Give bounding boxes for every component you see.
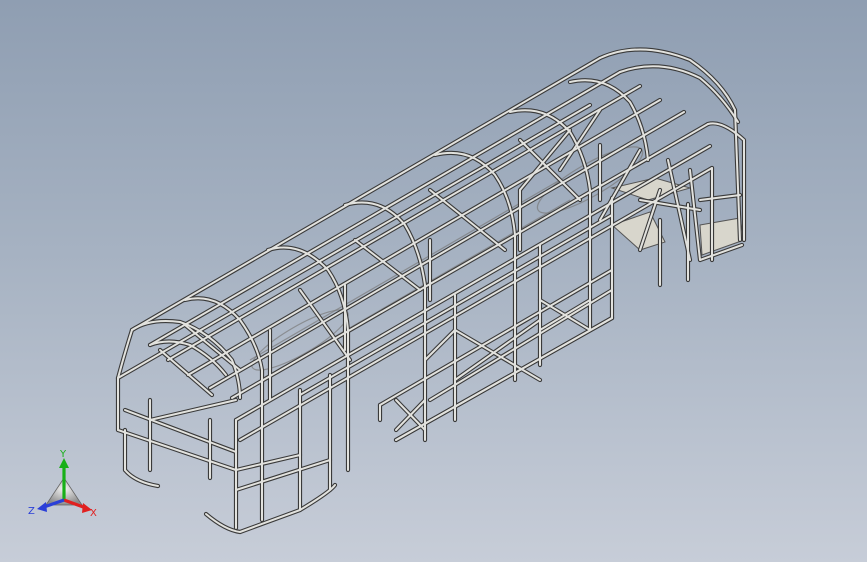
reference-triad: Y X Z xyxy=(28,450,97,519)
graphics-viewport[interactable]: .tube { fill: none; stroke: #3a3a3a; str… xyxy=(0,0,867,562)
y-axis-label: Y xyxy=(59,450,67,460)
x-axis-label: X xyxy=(90,508,97,519)
z-axis-arrowhead xyxy=(37,502,47,512)
rear-step-panel xyxy=(611,211,666,251)
bus-frame-model[interactable]: .tube { fill: none; stroke: #3a3a3a; str… xyxy=(0,0,867,562)
z-axis-label: Z xyxy=(28,506,35,517)
